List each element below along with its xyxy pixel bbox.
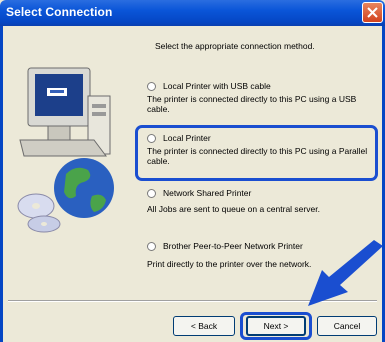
option-parallel-desc-line1: The printer is connected directly to thi…: [147, 146, 368, 156]
next-button[interactable]: Next >: [246, 316, 306, 336]
option-parallel-desc: The printer is connected directly to thi…: [147, 146, 385, 166]
option-usb-label: Local Printer with USB cable: [163, 81, 271, 91]
close-icon: [367, 7, 378, 18]
close-button[interactable]: [362, 2, 383, 23]
option-peer-to-peer-label: Brother Peer-to-Peer Network Printer: [163, 241, 303, 251]
option-parallel-label: Local Printer: [163, 133, 211, 143]
instruction-text: Select the appropriate connection method…: [155, 41, 315, 51]
title-bar: Select Connection: [0, 0, 385, 26]
cancel-button[interactable]: Cancel: [317, 316, 377, 336]
option-network-shared-label: Network Shared Printer: [163, 188, 252, 198]
radio-usb[interactable]: [147, 82, 156, 91]
computer-globe-illustration: [17, 67, 114, 233]
pointer-arrow-icon: [308, 240, 383, 306]
window-frame-left: [0, 26, 3, 342]
radio-parallel[interactable]: [147, 134, 156, 143]
radio-peer-to-peer[interactable]: [147, 242, 156, 251]
radio-network-shared[interactable]: [147, 189, 156, 198]
option-parallel-desc-line2: cable.: [147, 156, 170, 166]
back-button[interactable]: < Back: [173, 316, 235, 336]
window-title: Select Connection: [6, 5, 113, 19]
option-usb-desc-line2: cable.: [147, 104, 170, 114]
option-usb-desc-line1: The printer is connected directly to thi…: [147, 94, 357, 104]
option-usb-desc: The printer is connected directly to thi…: [147, 94, 385, 114]
option-network-shared-desc: All Jobs are sent to queue on a central …: [147, 204, 320, 214]
select-connection-dialog: Select Connection Select the appropriate…: [0, 0, 385, 342]
